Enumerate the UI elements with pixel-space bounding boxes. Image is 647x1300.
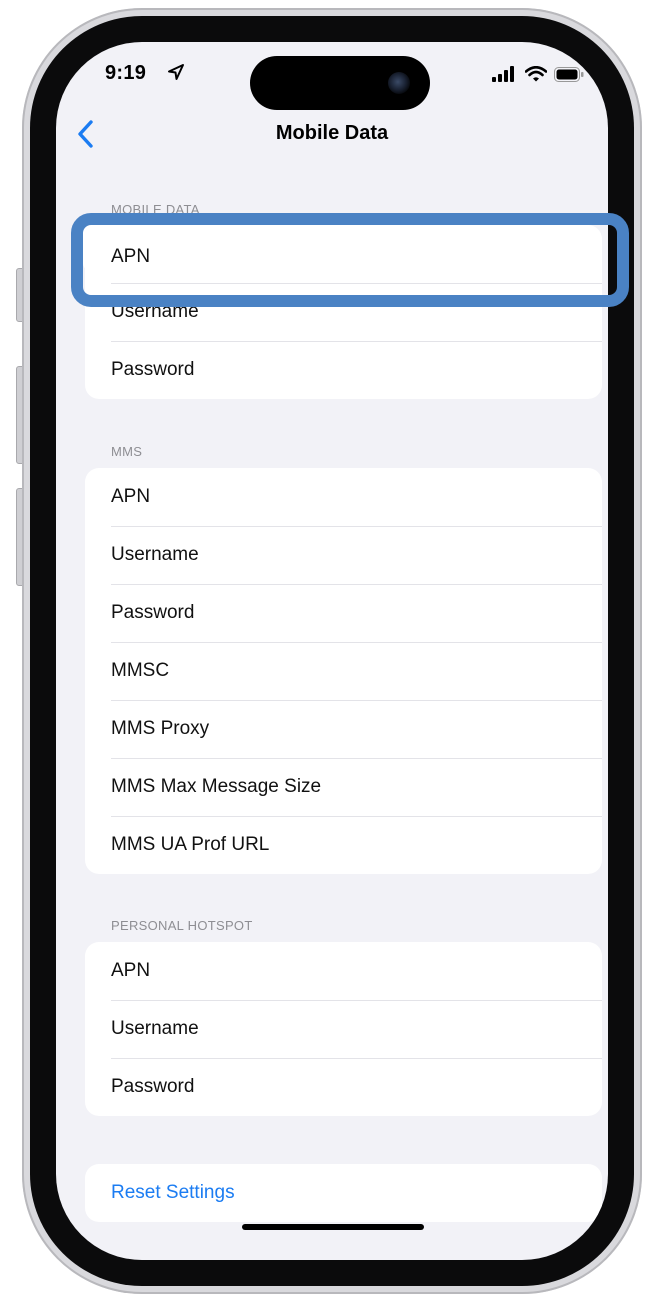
location-arrow-icon — [168, 64, 184, 80]
row-mms-apn[interactable]: APN — [85, 468, 602, 526]
dynamic-island — [250, 56, 430, 110]
navigation-bar: Mobile Data — [56, 112, 608, 156]
row-label: MMS Proxy — [111, 718, 210, 739]
section-header-mms: MMS — [111, 444, 143, 459]
page-title: Mobile Data — [275, 122, 389, 144]
row-mms-max-message-size[interactable]: MMS Max Message Size — [85, 758, 602, 816]
camera-icon — [388, 72, 410, 94]
row-hotspot-username[interactable]: Username — [85, 1000, 602, 1058]
row-mms-ua-prof-url[interactable]: MMS UA Prof URL — [85, 816, 602, 874]
device-mockup: 9:19 Mobile Data MOBILE DATA Username Pa… — [0, 0, 647, 1300]
row-mms-proxy[interactable]: MMS Proxy — [85, 700, 602, 758]
reset-settings-button[interactable]: Reset Settings — [85, 1164, 602, 1222]
group-mms: APN Username Password MMSC MMS Proxy MMS… — [85, 468, 602, 874]
row-hotspot-password[interactable]: Password — [85, 1058, 602, 1116]
row-mms-username[interactable]: Username — [85, 526, 602, 584]
row-label: MMS Max Message Size — [111, 776, 322, 797]
row-label: MMS UA Prof URL — [111, 834, 270, 855]
row-label: MMSC — [111, 660, 170, 681]
battery-icon — [554, 66, 584, 82]
section-header-mobile-data: MOBILE DATA — [111, 202, 200, 217]
highlighted-apn-label: APN — [111, 246, 151, 267]
highlight-fill — [83, 225, 593, 271]
row-label: Password — [111, 359, 195, 380]
status-icons — [492, 66, 584, 82]
group-reset: Reset Settings — [85, 1164, 602, 1222]
row-label: Password — [111, 602, 195, 623]
row-label: Password — [111, 1076, 195, 1097]
row-label: APN — [111, 960, 151, 981]
row-label: Username — [111, 1018, 199, 1039]
row-mobile-data-password[interactable]: Password — [85, 341, 602, 399]
group-personal-hotspot: APN Username Password — [85, 942, 602, 1116]
section-header-personal-hotspot: PERSONAL HOTSPOT — [111, 918, 253, 933]
row-label: APN — [111, 486, 151, 507]
row-label: Username — [111, 544, 199, 565]
cellular-signal-icon — [492, 66, 514, 82]
row-mms-password[interactable]: Password — [85, 584, 602, 642]
status-time: 9:19 — [105, 62, 147, 84]
row-mmsc[interactable]: MMSC — [85, 642, 602, 700]
wifi-icon — [525, 66, 547, 82]
row-label: Username — [111, 301, 199, 322]
row-hotspot-apn[interactable]: APN — [85, 942, 602, 1000]
reset-settings-label: Reset Settings — [111, 1182, 235, 1203]
row-mobile-data-username[interactable]: Username — [85, 283, 602, 341]
home-indicator — [242, 1224, 424, 1230]
